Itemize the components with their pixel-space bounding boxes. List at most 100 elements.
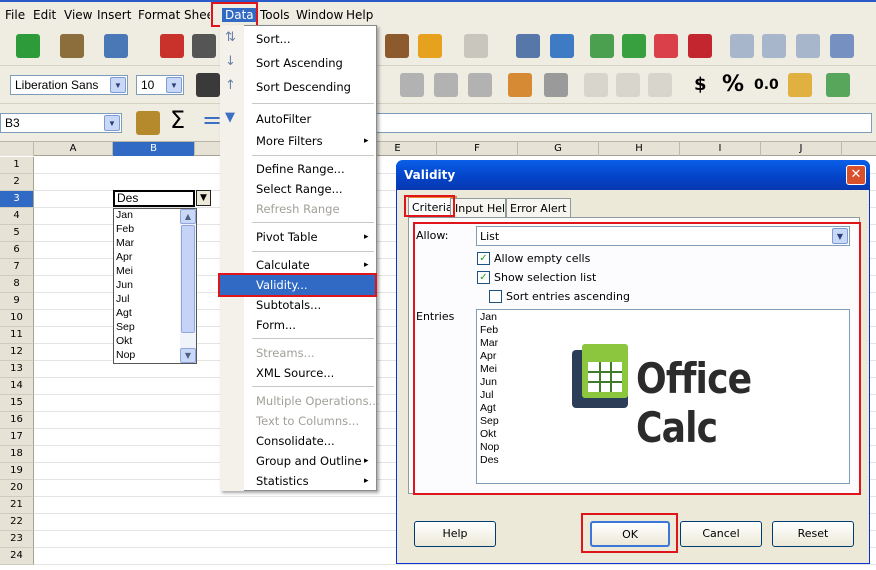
row-header[interactable]: 10	[0, 310, 34, 327]
align-left-icon[interactable]	[400, 73, 424, 97]
menu-view[interactable]: View	[64, 8, 92, 22]
export-pdf-icon[interactable]	[160, 34, 184, 58]
dialog-title-bar[interactable]	[396, 160, 870, 190]
scroll-up-icon[interactable]: ▲	[180, 209, 196, 224]
row-header[interactable]: 18	[0, 446, 34, 463]
align-right-icon[interactable]	[468, 73, 492, 97]
delete-columns-icon[interactable]	[688, 34, 712, 58]
column-header[interactable]: B	[113, 142, 195, 156]
undo-icon[interactable]	[418, 34, 442, 58]
menu-edit[interactable]: Edit	[33, 8, 56, 22]
corner-select-all[interactable]	[0, 142, 34, 156]
list-item[interactable]: Apr	[116, 251, 132, 263]
column-header[interactable]: A	[34, 142, 113, 156]
font-name-combo[interactable]: Liberation Sans ▼	[10, 75, 128, 95]
list-item[interactable]: Sep	[116, 321, 135, 333]
scroll-thumb[interactable]	[181, 225, 195, 333]
list-item[interactable]: Feb	[116, 223, 134, 235]
row-header[interactable]: 2	[0, 174, 34, 191]
decimal-format-button[interactable]: 0.0	[754, 77, 779, 93]
menu-item-more-filters[interactable]: More Filters	[256, 134, 323, 148]
list-item[interactable]: Nop	[116, 349, 135, 361]
menu-sheet[interactable]: Sheet	[184, 8, 210, 22]
font-size-combo[interactable]: 10 ▼	[136, 75, 184, 95]
scroll-down-icon[interactable]: ▼	[180, 348, 196, 363]
menu-item-sort-ascending[interactable]: Sort Ascending	[256, 56, 343, 70]
reset-button[interactable]: Reset	[772, 521, 854, 547]
menu-item-define-range[interactable]: Define Range...	[256, 162, 345, 176]
function-wizard-icon[interactable]	[136, 111, 160, 135]
menu-help[interactable]: Help	[346, 8, 373, 22]
column-header[interactable]: F	[437, 142, 518, 156]
save-icon[interactable]	[104, 34, 128, 58]
column-header[interactable]: G	[518, 142, 599, 156]
align-middle-icon[interactable]	[616, 73, 640, 97]
list-item[interactable]: Mar	[116, 237, 134, 249]
print-icon[interactable]	[192, 34, 216, 58]
row-header[interactable]: 21	[0, 497, 34, 514]
find-replace-icon[interactable]	[516, 34, 540, 58]
cell-b3[interactable]: Des	[113, 190, 195, 207]
column-header[interactable]: H	[599, 142, 680, 156]
list-item[interactable]: Jan	[116, 209, 133, 221]
chevron-down-icon[interactable]: ▼	[104, 115, 120, 131]
row-header[interactable]: 5	[0, 225, 34, 242]
list-item[interactable]: Jul	[116, 293, 129, 305]
row-header[interactable]: 12	[0, 344, 34, 361]
menu-window[interactable]: Window	[296, 8, 343, 22]
insert-columns-icon[interactable]	[622, 34, 646, 58]
menu-format[interactable]: Format	[138, 8, 180, 22]
menu-item-xml-source[interactable]: XML Source...	[256, 366, 334, 380]
row-header[interactable]: 4	[0, 208, 34, 225]
menu-item-form[interactable]: Form...	[256, 318, 296, 332]
delete-rows-icon[interactable]	[654, 34, 678, 58]
chevron-down-icon[interactable]: ▼	[110, 77, 126, 93]
help-button[interactable]: Help	[414, 521, 496, 547]
menu-insert[interactable]: Insert	[97, 8, 131, 22]
menu-item-sort[interactable]: Sort...	[256, 32, 291, 46]
row-header[interactable]: 16	[0, 412, 34, 429]
menu-item-pivot-table[interactable]: Pivot Table	[256, 230, 318, 244]
open-folder-icon[interactable]	[60, 34, 84, 58]
wrap-text-icon[interactable]	[508, 73, 532, 97]
row-header[interactable]: 14	[0, 378, 34, 395]
tab-error-alert[interactable]: Error Alert	[506, 198, 571, 217]
font-color-icon[interactable]	[196, 73, 220, 97]
menu-item-calculate[interactable]: Calculate	[256, 258, 310, 272]
row-header[interactable]: 17	[0, 429, 34, 446]
column-header[interactable]: I	[680, 142, 761, 156]
list-item[interactable]: Agt	[116, 307, 132, 319]
list-item[interactable]: Okt	[116, 335, 132, 347]
menu-item-autofilter[interactable]: AutoFilter	[256, 112, 311, 126]
cancel-button[interactable]: Cancel	[680, 521, 762, 547]
menu-item-subtotals[interactable]: Subtotals...	[256, 298, 321, 312]
currency-button[interactable]: $	[694, 74, 707, 95]
date-format-icon[interactable]	[788, 73, 812, 97]
menu-item-sort-descending[interactable]: Sort Descending	[256, 80, 351, 94]
menu-file[interactable]: File	[5, 8, 25, 22]
add-decimal-icon[interactable]	[826, 73, 850, 97]
sum-icon[interactable]: Σ	[170, 106, 185, 134]
align-top-icon[interactable]	[584, 73, 608, 97]
align-bottom-icon[interactable]	[648, 73, 672, 97]
insert-rows-icon[interactable]	[590, 34, 614, 58]
name-box[interactable]: B3 ▼	[0, 113, 122, 133]
percent-button[interactable]: %	[722, 72, 744, 97]
list-item[interactable]: Jun	[116, 279, 133, 291]
sort-descending-icon[interactable]	[762, 34, 786, 58]
row-header[interactable]: 8	[0, 276, 34, 293]
menu-item-group-outline[interactable]: Group and Outline	[256, 454, 362, 468]
close-icon[interactable]: ✕	[846, 165, 866, 185]
tab-input-help[interactable]: Input Help	[450, 198, 506, 217]
menu-item-consolidate[interactable]: Consolidate...	[256, 434, 335, 448]
align-center-icon[interactable]	[434, 73, 458, 97]
row-header[interactable]: 15	[0, 395, 34, 412]
row-header[interactable]: 9	[0, 293, 34, 310]
row-header[interactable]: 3	[0, 191, 34, 208]
sort-up-icon[interactable]	[796, 34, 820, 58]
row-header[interactable]: 24	[0, 548, 34, 565]
row-header[interactable]: 19	[0, 463, 34, 480]
row-header[interactable]: 7	[0, 259, 34, 276]
cell-dropdown-arrow-icon[interactable]: ▼	[196, 190, 211, 206]
clone-format-icon[interactable]	[385, 34, 409, 58]
